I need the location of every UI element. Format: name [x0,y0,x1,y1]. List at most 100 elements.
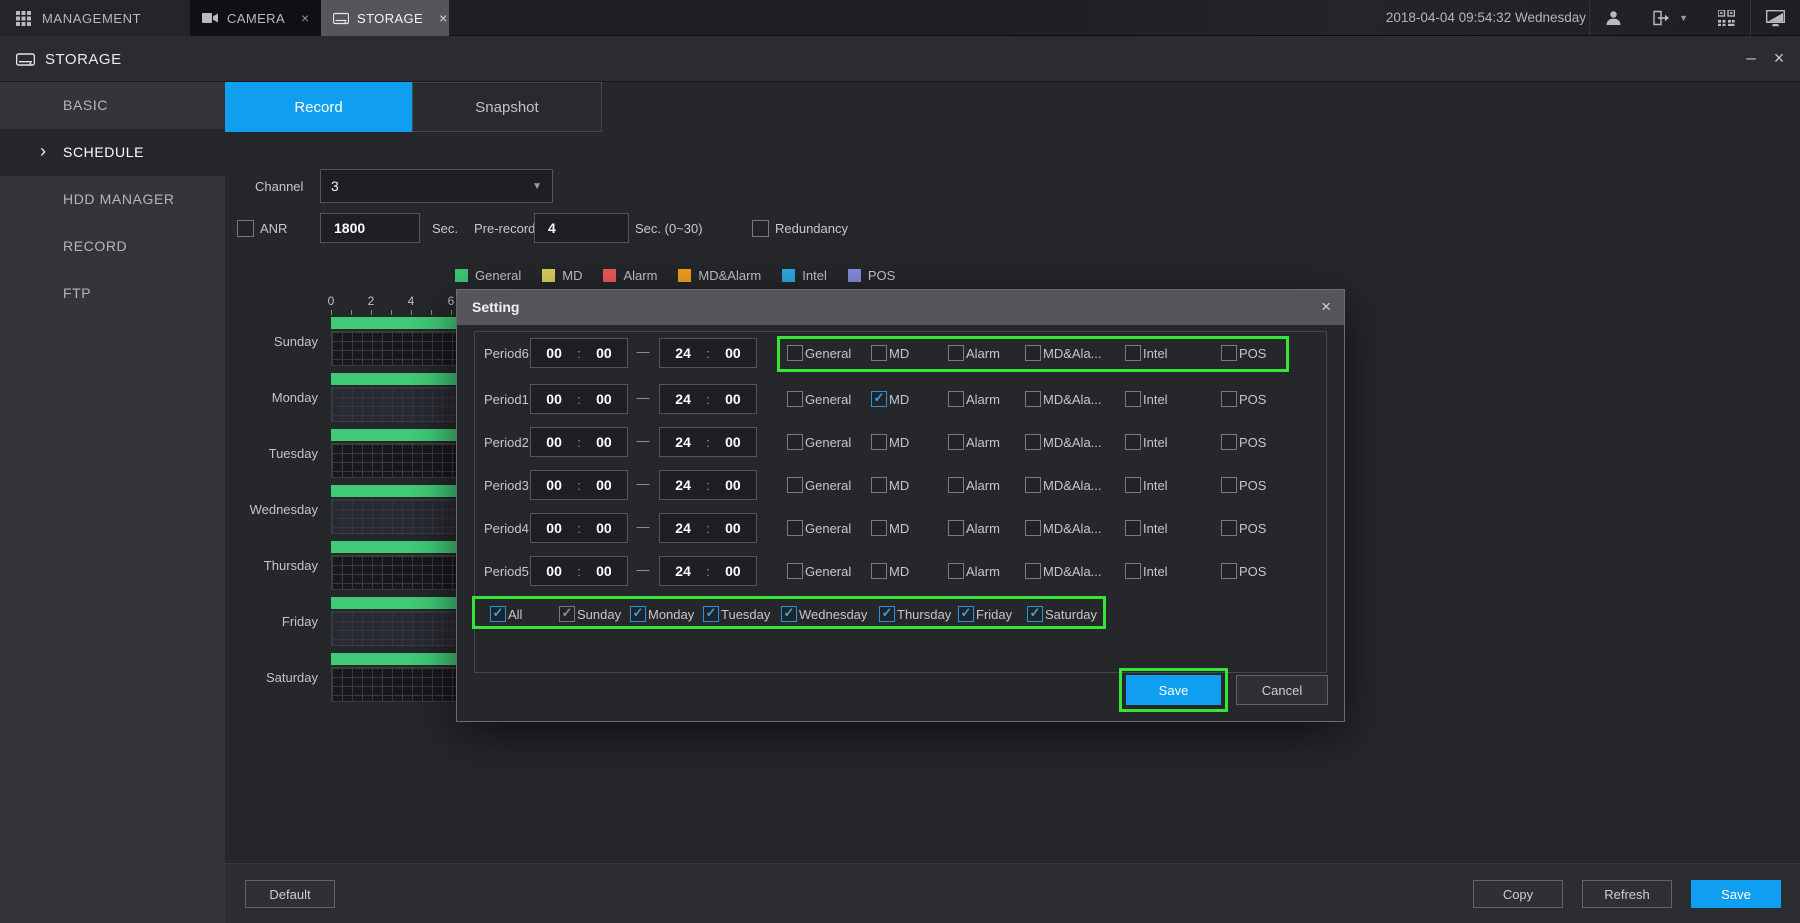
end-minute[interactable]: 00 [725,563,741,579]
record-type-checkbox-alarm[interactable]: Alarm [948,563,1000,579]
end-time-input[interactable]: 24 : 00 [659,556,757,586]
record-type-checkbox-intel[interactable]: Intel [1125,563,1168,579]
checkbox-box[interactable] [703,606,719,622]
checkbox-box[interactable] [1125,434,1141,450]
start-time-input[interactable]: 00 : 00 [530,513,628,543]
end-hour[interactable]: 24 [675,345,691,361]
refresh-button[interactable]: Refresh [1582,880,1672,908]
checkbox-box[interactable] [1221,391,1237,407]
checkbox-box[interactable] [871,434,887,450]
checkbox-box[interactable] [1027,606,1043,622]
checkbox-box[interactable] [871,391,887,407]
dialog-close-icon[interactable]: × [1321,290,1331,323]
day-checkbox[interactable]: All [490,606,522,622]
record-type-checkbox-mdalarm[interactable]: MD&Ala... [1025,391,1102,407]
redundancy-checkbox[interactable] [752,220,769,237]
checkbox-box[interactable] [948,477,964,493]
sidebar-item[interactable]: › FTP [0,270,225,317]
start-time-input[interactable]: 00 : 00 [530,338,628,368]
record-type-checkbox-mdalarm[interactable]: MD&Ala... [1025,520,1102,536]
checkbox-box[interactable] [1025,477,1041,493]
end-time-input[interactable]: 24 : 00 [659,427,757,457]
sidebar-item[interactable]: › BASIC [0,82,225,129]
checkbox-box[interactable] [1025,520,1041,536]
record-type-checkbox-alarm[interactable]: Alarm [948,477,1000,493]
end-minute[interactable]: 00 [725,391,741,407]
checkbox-box[interactable] [630,606,646,622]
start-minute[interactable]: 00 [596,520,612,536]
day-checkbox[interactable]: Tuesday [703,606,770,622]
checkbox-box[interactable] [1221,434,1237,450]
tab-close-icon[interactable]: × [301,10,310,26]
checkbox-box[interactable] [1125,345,1141,361]
checkbox-box[interactable] [787,477,803,493]
start-hour[interactable]: 00 [546,434,562,450]
record-type-checkbox-md[interactable]: MD [871,520,909,536]
record-type-checkbox-alarm[interactable]: Alarm [948,391,1000,407]
record-type-checkbox-alarm[interactable]: Alarm [948,520,1000,536]
end-minute[interactable]: 00 [725,477,741,493]
end-minute[interactable]: 00 [725,520,741,536]
sidebar-item[interactable]: › HDD MANAGER [0,176,225,223]
checkbox-box[interactable] [559,606,575,622]
record-type-checkbox-general[interactable]: General [787,563,851,579]
checkbox-box[interactable] [787,391,803,407]
record-type-checkbox-general[interactable]: General [787,520,851,536]
checkbox-box[interactable] [787,520,803,536]
day-checkbox[interactable]: Wednesday [781,606,867,622]
checkbox-box[interactable] [871,563,887,579]
end-hour[interactable]: 24 [675,391,691,407]
start-minute[interactable]: 00 [596,477,612,493]
channel-select[interactable]: 3 ▼ [320,169,553,203]
sidebar-item[interactable]: › RECORD [0,223,225,270]
checkbox-box[interactable] [948,563,964,579]
checkbox-box[interactable] [871,345,887,361]
record-type-checkbox-pos[interactable]: POS [1221,434,1266,450]
tab-snapshot[interactable]: Snapshot [412,82,602,132]
checkbox-box[interactable] [787,563,803,579]
end-minute[interactable]: 00 [725,345,741,361]
user-icon[interactable] [1589,0,1637,36]
day-checkbox[interactable]: Sunday [559,606,621,622]
checkbox-box[interactable] [871,520,887,536]
checkbox-box[interactable] [948,391,964,407]
tab-camera[interactable]: CAMERA × [190,0,321,36]
day-checkbox[interactable]: Saturday [1027,606,1097,622]
start-time-input[interactable]: 00 : 00 [530,470,628,500]
end-time-input[interactable]: 24 : 00 [659,384,757,414]
checkbox-box[interactable] [1025,563,1041,579]
default-button[interactable]: Default [245,880,335,908]
end-minute[interactable]: 00 [725,434,741,450]
record-type-checkbox-md[interactable]: MD [871,391,909,407]
start-hour[interactable]: 00 [546,563,562,579]
record-type-checkbox-general[interactable]: General [787,345,851,361]
anr-input[interactable] [320,213,420,243]
checkbox-box[interactable] [1025,391,1041,407]
checkbox-box[interactable] [1221,345,1237,361]
checkbox-box[interactable] [787,434,803,450]
checkbox-box[interactable] [948,520,964,536]
dialog-cancel-button[interactable]: Cancel [1236,675,1328,705]
checkbox-box[interactable] [948,434,964,450]
start-minute[interactable]: 00 [596,345,612,361]
record-type-checkbox-intel[interactable]: Intel [1125,391,1168,407]
day-checkbox[interactable]: Monday [630,606,694,622]
record-type-checkbox-alarm[interactable]: Alarm [948,434,1000,450]
record-type-checkbox-alarm[interactable]: Alarm [948,345,1000,361]
prerecord-input[interactable] [534,213,629,243]
record-type-checkbox-mdalarm[interactable]: MD&Ala... [1025,345,1102,361]
start-minute[interactable]: 00 [596,434,612,450]
record-type-checkbox-general[interactable]: General [787,477,851,493]
checkbox-box[interactable] [1125,520,1141,536]
record-type-checkbox-pos[interactable]: POS [1221,563,1266,579]
record-type-checkbox-pos[interactable]: POS [1221,520,1266,536]
record-type-checkbox-mdalarm[interactable]: MD&Ala... [1025,563,1102,579]
record-type-checkbox-intel[interactable]: Intel [1125,434,1168,450]
record-type-checkbox-general[interactable]: General [787,391,851,407]
save-button[interactable]: Save [1691,880,1781,908]
start-hour[interactable]: 00 [546,391,562,407]
tab-storage[interactable]: STORAGE × [321,0,449,36]
checkbox-box[interactable] [1025,434,1041,450]
checkbox-box[interactable] [781,606,797,622]
checkbox-box[interactable] [1221,477,1237,493]
